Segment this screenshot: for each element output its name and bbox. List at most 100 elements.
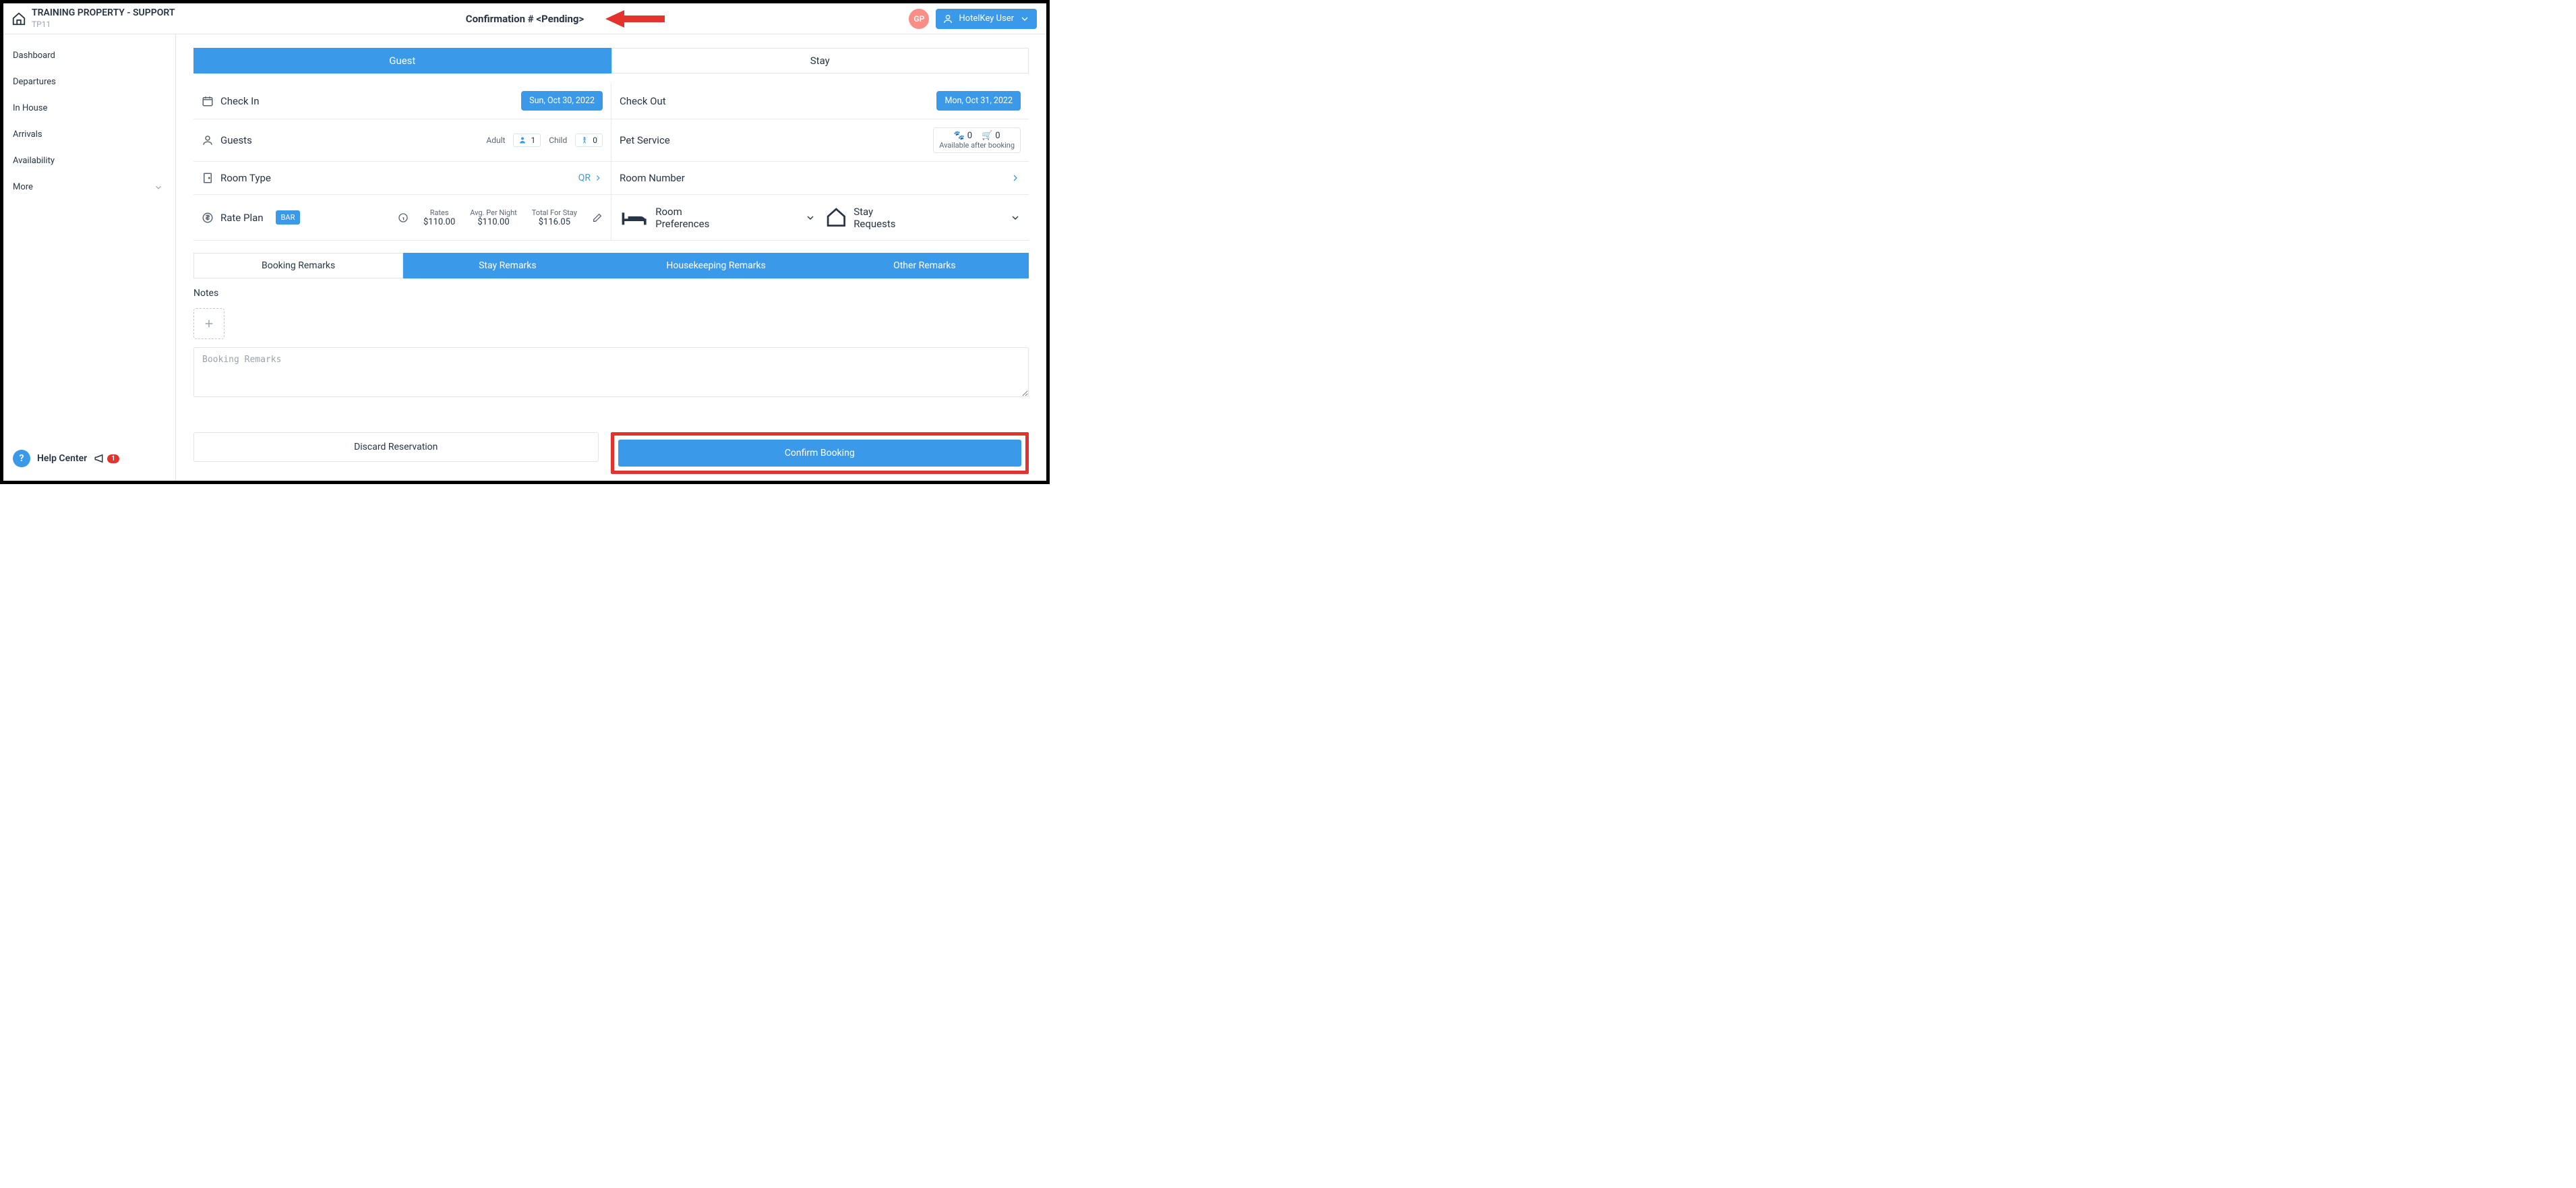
- sidebar-item-arrivals[interactable]: Arrivals: [3, 121, 175, 148]
- user-label: HotelKey User: [959, 13, 1014, 24]
- dollar-icon: [202, 212, 214, 224]
- tab-stay[interactable]: Stay: [611, 48, 1029, 73]
- total-label: Total For Stay: [532, 208, 577, 217]
- notif-badge: 1: [107, 454, 119, 463]
- paw-count: 0: [967, 131, 972, 141]
- user-icon: [942, 13, 953, 24]
- checkin-date-button[interactable]: Sun, Oct 30, 2022: [521, 91, 603, 111]
- stay-requests[interactable]: Stay Requests: [816, 206, 1021, 230]
- pet-label: Pet Service: [620, 134, 670, 146]
- adult-count: 1: [531, 136, 535, 145]
- checkin-panel: Check In Sun, Oct 30, 2022: [193, 83, 611, 119]
- guests-panel: Guests Adult 1 Child 0: [193, 119, 611, 161]
- property-code: TP11: [32, 20, 175, 29]
- rates-label: Rates: [423, 208, 455, 217]
- help-icon: ?: [13, 450, 30, 467]
- adult-label: Adult: [486, 136, 505, 145]
- room-preferences[interactable]: Room Preferences: [620, 203, 816, 232]
- info-icon[interactable]: [398, 212, 409, 223]
- home-icon[interactable]: [11, 11, 26, 26]
- room-type-panel[interactable]: Room Type QR: [193, 162, 611, 194]
- room-number-label: Room Number: [620, 172, 685, 184]
- room-type-label: Room Type: [220, 172, 271, 184]
- bed-icon: [620, 203, 649, 232]
- avg-col: Avg. Per Night $110.00: [470, 208, 517, 227]
- child-stepper[interactable]: 0: [575, 133, 603, 147]
- edit-icon[interactable]: [592, 212, 603, 223]
- pet-cart-count: 0: [995, 131, 1000, 141]
- annotation-arrow-icon: [605, 9, 666, 29]
- sidebar-item-more[interactable]: More: [3, 174, 175, 200]
- tab-booking-remarks[interactable]: Booking Remarks: [193, 253, 403, 278]
- booking-remarks-input[interactable]: [193, 347, 1029, 397]
- house-icon: [825, 206, 847, 229]
- total-value: $116.05: [532, 217, 577, 227]
- total-col: Total For Stay $116.05: [532, 208, 577, 227]
- room-type-value[interactable]: QR: [578, 173, 603, 183]
- room-pref-label: Room Preferences: [655, 206, 709, 230]
- sidebar-item-availability[interactable]: Availability: [3, 148, 175, 174]
- user-menu[interactable]: HotelKey User: [936, 9, 1037, 29]
- tab-other-remarks[interactable]: Other Remarks: [820, 253, 1029, 278]
- confirm-highlight-box: Confirm Booking: [611, 432, 1029, 474]
- calendar-icon: [202, 95, 214, 107]
- confirm-booking-button[interactable]: Confirm Booking: [618, 440, 1022, 467]
- tab-hk-remarks[interactable]: Housekeeping Remarks: [612, 253, 820, 278]
- sidebar-more-label: More: [13, 182, 33, 192]
- child-icon: [580, 136, 589, 144]
- rate-plan-panel: Rate Plan BAR Rates $110.00 Avg. Per Nig…: [193, 195, 611, 240]
- chevron-right-icon: [1010, 173, 1021, 183]
- main-content: Guest Stay Check In Sun, Oct 30, 2022 Ch…: [176, 34, 1046, 481]
- property-title: TRAINING PROPERTY - SUPPORT: [32, 8, 175, 18]
- child-count: 0: [593, 136, 597, 145]
- help-center[interactable]: ? Help Center 1: [3, 443, 175, 473]
- paw-icon: 🐾0: [954, 131, 973, 141]
- chevron-down-icon: [805, 212, 816, 223]
- avg-label: Avg. Per Night: [470, 208, 517, 217]
- discard-reservation-button[interactable]: Discard Reservation: [193, 432, 599, 462]
- rates-value: $110.00: [423, 217, 455, 227]
- avatar[interactable]: GP: [909, 9, 929, 29]
- stay-req-label: Stay Requests: [853, 206, 895, 230]
- guests-label: Guests: [220, 134, 252, 146]
- plus-icon: [203, 318, 215, 330]
- sidebar-item-inhouse[interactable]: In House: [3, 95, 175, 121]
- sidebar-item-dashboard[interactable]: Dashboard: [3, 42, 175, 69]
- top-bar: TRAINING PROPERTY - SUPPORT TP11 Confirm…: [3, 3, 1046, 34]
- rate-plan-label: Rate Plan: [220, 212, 264, 224]
- checkout-label: Check Out: [620, 95, 666, 107]
- chevron-down-icon: [1019, 13, 1030, 24]
- add-note-button[interactable]: [193, 308, 224, 339]
- chevron-right-icon: [593, 173, 603, 183]
- pet-service-panel: Pet Service 🐾0 🛒0 Available after bookin…: [611, 119, 1029, 161]
- tab-guest[interactable]: Guest: [193, 48, 611, 73]
- cart-icon: 🛒0: [982, 131, 1000, 141]
- checkout-date-button[interactable]: Mon, Oct 31, 2022: [936, 91, 1021, 111]
- tab-stay-remarks[interactable]: Stay Remarks: [403, 253, 611, 278]
- adult-stepper[interactable]: 1: [513, 133, 541, 147]
- child-label: Child: [549, 136, 567, 145]
- megaphone-icon: [94, 452, 106, 465]
- person-icon: [202, 134, 214, 146]
- confirmation-header: Confirmation # <Pending>: [466, 13, 584, 25]
- chevron-down-icon: [154, 183, 163, 192]
- room-pref-stay-req-panel: Room Preferences Stay Requests: [611, 195, 1029, 240]
- avg-value: $110.00: [470, 217, 517, 227]
- pet-service-box[interactable]: 🐾0 🛒0 Available after booking: [933, 127, 1021, 153]
- checkin-label: Check In: [220, 95, 260, 107]
- checkout-panel: Check Out Mon, Oct 31, 2022: [611, 83, 1029, 119]
- remarks-tabs: Booking Remarks Stay Remarks Housekeepin…: [193, 253, 1029, 278]
- room-type-text: QR: [578, 173, 591, 183]
- rate-plan-badge[interactable]: BAR: [276, 210, 301, 225]
- room-number-panel[interactable]: Room Number: [611, 162, 1029, 194]
- help-label: Help Center: [37, 453, 87, 464]
- pet-note: Available after booking: [939, 141, 1015, 150]
- footer-actions: Discard Reservation Confirm Booking: [193, 432, 1029, 474]
- sidebar: Dashboard Departures In House Arrivals A…: [3, 34, 176, 481]
- sidebar-item-departures[interactable]: Departures: [3, 69, 175, 95]
- adult-icon: [518, 136, 527, 144]
- announcements-icon[interactable]: 1: [94, 452, 119, 465]
- notes-label: Notes: [193, 288, 1029, 299]
- rates-col: Rates $110.00: [423, 208, 455, 227]
- door-icon: [202, 172, 214, 184]
